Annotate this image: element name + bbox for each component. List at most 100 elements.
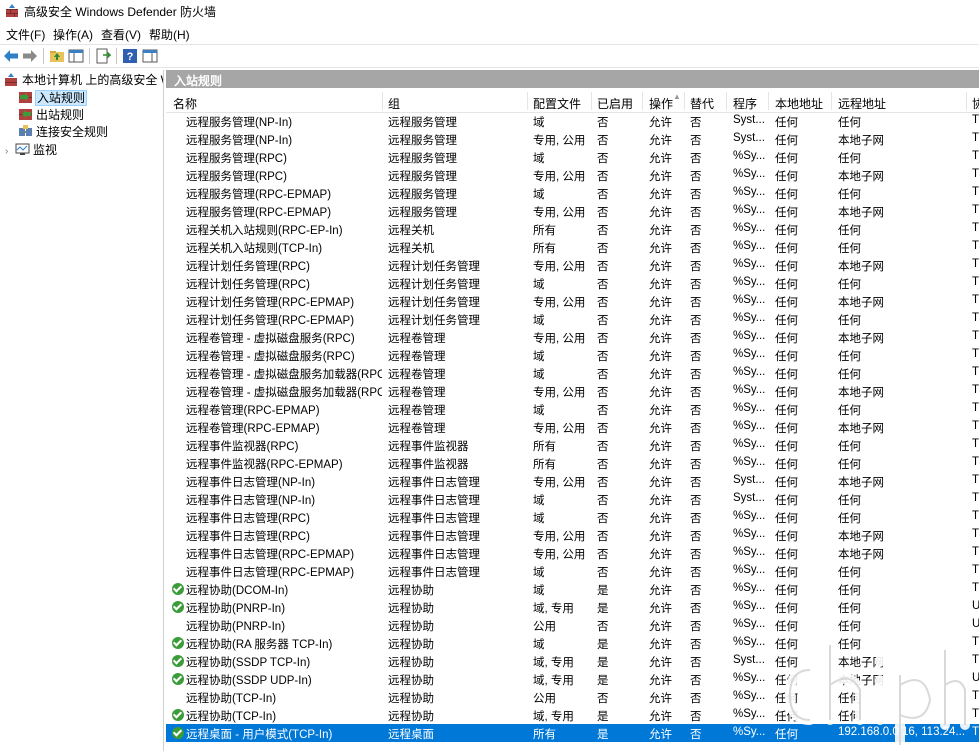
table-row[interactable]: 远程卷管理 - 虚拟磁盘服务加载器(RPC) 远程卷管理 域 否 允许 否 %Sy... 任何… bbox=[166, 364, 979, 382]
table-row[interactable]: 远程事件日志管理(RPC-EPMAP) 远程事件日志管理 域 否 允许 否 %Sy... 任何… bbox=[166, 562, 979, 580]
rule-remote-address: 任何 bbox=[838, 603, 861, 615]
show-hide-action-pane-icon[interactable] bbox=[142, 48, 158, 64]
menu-help[interactable]: 帮助(H) bbox=[149, 26, 190, 43]
tree-item-connection-security-rules[interactable]: 连接安全规则 bbox=[18, 123, 108, 140]
rule-remote-address: 任何 bbox=[838, 711, 861, 723]
column-divider[interactable] bbox=[966, 92, 967, 110]
table-row[interactable]: 远程事件日志管理(NP-In) 远程事件日志管理 专用, 公用否允许否 Syst...… bbox=[166, 472, 979, 490]
table-row[interactable]: 远程协助(TCP-In) 远程协助 公用 否 允许 否 %Sy... 任何 任何 T bbox=[166, 688, 979, 706]
table-row[interactable]: 远程卷管理 - 虚拟磁盘服务(RPC) 远程卷管理 专用, 公用否允许否 %Sy...… bbox=[166, 328, 979, 346]
rule-local-address: 任何 bbox=[775, 117, 798, 129]
table-row[interactable]: 远程协助(PNRP-In) 远程协助 域, 专用 是 允许 否 %Sy... 任何 任何 U bbox=[166, 598, 979, 616]
rule-action: 允许 bbox=[649, 315, 672, 327]
show-hide-tree-icon[interactable] bbox=[68, 48, 84, 64]
table-row[interactable]: 远程协助(PNRP-In) 远程协助 公用 否 允许 否 %Sy... 任何 任何 U bbox=[166, 616, 979, 634]
table-row[interactable]: 远程服务管理(RPC) 远程服务管理 域 否 允许 否 %Sy... 任何 任何 T bbox=[166, 148, 979, 166]
up-folder-icon[interactable] bbox=[49, 48, 65, 64]
table-row[interactable]: 远程服务管理(NP-In) 远程服务管理 域 否 允许 否 Syst... 任何 任何 T bbox=[166, 112, 979, 130]
tree-item-inbound-rules[interactable]: 入站规则 bbox=[18, 89, 88, 106]
table-row[interactable]: 远程桌面 - 用户模式(TCP-In) 远程桌面 所有 是 允许 否 %Sy... 任何 192… bbox=[166, 724, 979, 742]
table-row[interactable]: 远程服务管理(RPC) 远程服务管理 专用, 公用否允许否 %Sy... 任何 本地子网 T bbox=[166, 166, 979, 184]
table-row[interactable]: 远程事件日志管理(RPC) 远程事件日志管理 域 否 允许 否 %Sy... 任何 任何 T bbox=[166, 508, 979, 526]
column-header-action[interactable]: 操作 bbox=[649, 95, 673, 112]
rule-remote-address: 任何 bbox=[838, 441, 861, 453]
table-row[interactable]: 远程计划任务管理(RPC-EPMAP) 远程计划任务管理 专用, 公用否允许否 %Sy… bbox=[166, 292, 979, 310]
table-row[interactable]: 远程服务管理(RPC-EPMAP) 远程服务管理 专用, 公用否允许否 %Sy... 任… bbox=[166, 202, 979, 220]
table-row[interactable]: 远程卷管理 - 虚拟磁盘服务(RPC) 远程卷管理 域 否 允许 否 %Sy... 任何 任何 T bbox=[166, 346, 979, 364]
table-row[interactable]: 远程协助(TCP-In) 远程协助 域, 专用 是 允许 否 %Sy... 任何 任何 T bbox=[166, 706, 979, 724]
table-row[interactable]: 远程事件日志管理(NP-In) 远程事件日志管理 域 否 允许 否 Syst... 任何 任何 T bbox=[166, 490, 979, 508]
tree-root[interactable]: 本地计算机 上的高级安全 Wind bbox=[4, 71, 163, 88]
rule-protocol: T bbox=[972, 492, 979, 504]
table-row[interactable]: 远程服务管理(RPC-EPMAP) 远程服务管理 域 否 允许 否 %Sy... 任何 任何 T bbox=[166, 184, 979, 202]
table-row[interactable]: 远程协助(RA 服务器 TCP-In) 远程协助 域 是 允许 否 %Sy... 任何 任何 T bbox=[166, 634, 979, 652]
table-row[interactable]: 远程关机入站规则(RPC-EP-In) 远程关机 所有 否 允许 否 %Sy... 任何 任何 T bbox=[166, 220, 979, 238]
column-divider[interactable] bbox=[768, 92, 769, 110]
rule-program: %Sy... bbox=[733, 600, 766, 612]
rule-group: 远程事件日志管理 bbox=[388, 531, 480, 543]
enabled-check-icon bbox=[172, 601, 184, 613]
rule-protocol: U bbox=[972, 618, 979, 630]
column-divider[interactable] bbox=[684, 92, 685, 110]
table-row[interactable]: 远程协助(SSDP UDP-In) 远程协助 域, 专用 是 允许 否 %Sy... 任何 本地… bbox=[166, 670, 979, 688]
column-header-name[interactable]: 名称 bbox=[173, 95, 197, 112]
table-row[interactable]: 远程计划任务管理(RPC) 远程计划任务管理 专用, 公用否允许否 %Sy... 任何本… bbox=[166, 256, 979, 274]
table-row[interactable]: 远程计划任务管理(RPC-EPMAP) 远程计划任务管理 域 否 允许 否 %Sy... 任何… bbox=[166, 310, 979, 328]
table-row[interactable]: 远程协助(DCOM-In) 远程协助 域 是 允许 否 %Sy... 任何 任何 T bbox=[166, 580, 979, 598]
rule-local-address: 任何 bbox=[775, 621, 798, 633]
table-row[interactable]: 远程协助(SSDP TCP-In) 远程协助 域, 专用 是 允许 否 Syst... 任何 本… bbox=[166, 652, 979, 670]
rule-program: Syst... bbox=[733, 492, 765, 504]
table-row[interactable]: 远程卷管理(RPC-EPMAP) 远程卷管理 域 否 允许 否 %Sy... 任何 任何 T bbox=[166, 400, 979, 418]
table-row[interactable]: 远程事件监视器(RPC-EPMAP) 远程事件监视器 所有 否 允许 否 %Sy... 任何 任… bbox=[166, 454, 979, 472]
table-row[interactable]: 远程卷管理 - 虚拟磁盘服务加载器(RPC) 远程卷管理 专用, 公用否允许否 %Sy… bbox=[166, 382, 979, 400]
rule-local-address: 任何 bbox=[775, 333, 798, 345]
table-row[interactable]: 远程事件日志管理(RPC) 远程事件日志管理 专用, 公用否允许否 %Sy... 任何本… bbox=[166, 526, 979, 544]
table-row[interactable]: 远程事件日志管理(RPC-EPMAP) 远程事件日志管理 专用, 公用否允许否 %Sy… bbox=[166, 544, 979, 562]
rule-action: 允许 bbox=[649, 243, 672, 255]
column-header-enabled[interactable]: 已启用 bbox=[597, 95, 633, 112]
column-header-local-address[interactable]: 本地地址 bbox=[775, 95, 823, 112]
rule-remote-address: 任何 bbox=[838, 459, 861, 471]
column-header-override[interactable]: 替代 bbox=[690, 95, 714, 112]
rule-profile: 域 bbox=[533, 639, 545, 651]
help-icon[interactable]: ? bbox=[122, 48, 138, 64]
rule-program: Syst... bbox=[733, 132, 765, 144]
column-header-profile[interactable]: 配置文件 bbox=[533, 95, 581, 112]
column-header-remote-address[interactable]: 远程地址 bbox=[838, 95, 886, 112]
back-arrow-icon[interactable] bbox=[3, 48, 19, 64]
table-row[interactable]: 远程卷管理(RPC-EPMAP) 远程卷管理 专用, 公用否允许否 %Sy... 任何本… bbox=[166, 418, 979, 436]
rule-profile: 域 bbox=[533, 315, 545, 327]
column-divider[interactable] bbox=[831, 92, 832, 110]
menu-file[interactable]: 文件(F) bbox=[6, 26, 45, 43]
rule-action: 允许 bbox=[649, 405, 672, 417]
table-row[interactable]: 远程关机入站规则(TCP-In) 远程关机 所有 否 允许 否 %Sy... 任何 任何 T bbox=[166, 238, 979, 256]
rule-enabled: 否 bbox=[597, 549, 609, 561]
export-list-icon[interactable] bbox=[95, 48, 111, 64]
rule-group: 远程协助 bbox=[388, 621, 434, 633]
table-row[interactable]: 远程计划任务管理(RPC) 远程计划任务管理 域 否 允许 否 %Sy... 任何 任何 T bbox=[166, 274, 979, 292]
column-divider[interactable] bbox=[382, 92, 383, 110]
rule-name: 远程事件日志管理(RPC) bbox=[186, 531, 310, 543]
rule-profile: 所有 bbox=[533, 225, 556, 237]
rule-group: 远程卷管理 bbox=[388, 423, 446, 435]
column-header-program[interactable]: 程序 bbox=[733, 95, 757, 112]
column-divider[interactable] bbox=[527, 92, 528, 110]
column-divider[interactable] bbox=[591, 92, 592, 110]
rule-enabled: 是 bbox=[597, 639, 609, 651]
rule-profile: 所有 bbox=[533, 729, 556, 741]
column-header-group[interactable]: 组 ▲ bbox=[388, 92, 681, 112]
toolbar: ? bbox=[0, 44, 979, 68]
column-divider[interactable] bbox=[642, 92, 643, 110]
rule-program: %Sy... bbox=[733, 402, 766, 414]
menu-action[interactable]: 操作(A) bbox=[53, 26, 93, 43]
expand-chevron-icon[interactable]: › bbox=[5, 146, 15, 157]
tree-item-outbound-rules[interactable]: 出站规则 bbox=[18, 106, 84, 123]
rule-override: 否 bbox=[690, 297, 702, 309]
table-row[interactable]: 远程服务管理(NP-In) 远程服务管理 专用, 公用否允许否 Syst... 任何 本地… bbox=[166, 130, 979, 148]
column-header-protocol[interactable]: 协 bbox=[972, 95, 979, 112]
table-row[interactable]: 远程事件监视器(RPC) 远程事件监视器 所有 否 允许 否 %Sy... 任何 任何 T bbox=[166, 436, 979, 454]
column-divider[interactable] bbox=[726, 92, 727, 110]
tree-item-monitoring[interactable]: › 监视 bbox=[5, 141, 57, 158]
menu-view[interactable]: 查看(V) bbox=[101, 26, 141, 43]
forward-arrow-icon[interactable] bbox=[22, 48, 38, 64]
